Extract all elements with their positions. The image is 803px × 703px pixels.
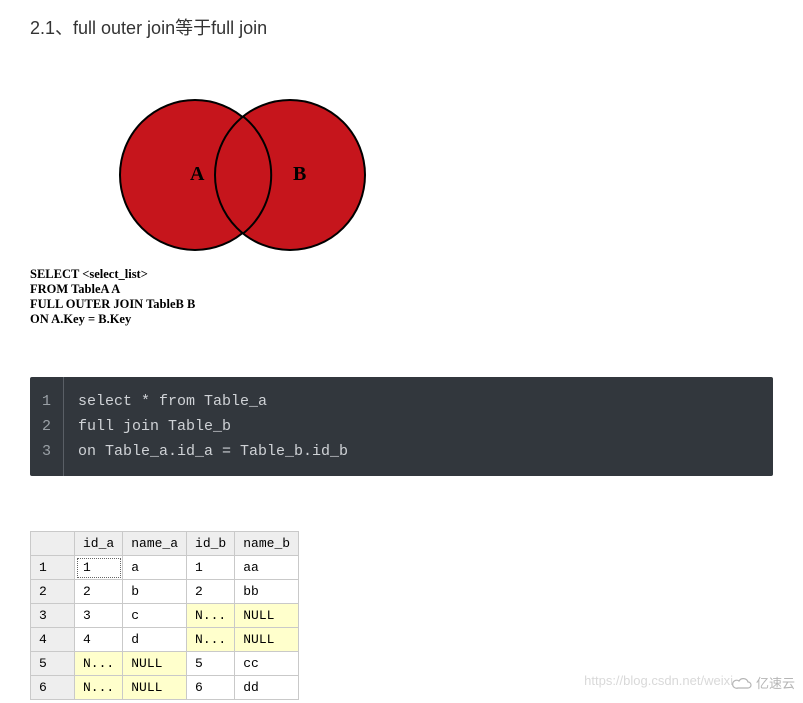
table-cell: bb <box>235 580 299 604</box>
col-header: id_b <box>187 532 235 556</box>
table-cell: NULL <box>235 604 299 628</box>
table-cell: c <box>123 604 187 628</box>
table-cell: N... <box>187 604 235 628</box>
col-header: name_a <box>123 532 187 556</box>
code-line: on Table_a.id_a = Table_b.id_b <box>64 439 362 464</box>
watermark-text: https://blog.csdn.net/weixi <box>584 673 733 688</box>
table-cell: 5 <box>187 652 235 676</box>
venn-label-b: B <box>293 163 306 185</box>
table-cell: 2 <box>75 580 123 604</box>
code-line: full join Table_b <box>64 414 362 439</box>
table-cell: 1 <box>187 556 235 580</box>
col-header: name_b <box>235 532 299 556</box>
code-gutter: 1 2 3 <box>30 377 64 476</box>
table-row: 5N...NULL5cc <box>31 652 299 676</box>
table-cell: 1 <box>75 556 123 580</box>
venn-sql-line: FROM TableA A <box>30 282 390 297</box>
table-cell: a <box>123 556 187 580</box>
table-cell: 4 <box>75 628 123 652</box>
table-row: 11a1aa <box>31 556 299 580</box>
brand-badge: 亿速云 <box>732 673 795 692</box>
col-header: id_a <box>75 532 123 556</box>
table-cell: d <box>123 628 187 652</box>
table-row: 44dN...NULL <box>31 628 299 652</box>
table-cell: NULL <box>235 628 299 652</box>
section-heading: 2.1、full outer join等于full join <box>0 0 803 48</box>
venn-label-a: A <box>190 163 205 185</box>
table-row: 33cN...NULL <box>31 604 299 628</box>
venn-sql-line: SELECT <select_list> <box>30 267 390 282</box>
table-cell: N... <box>187 628 235 652</box>
venn-svg: A B <box>30 88 370 263</box>
table-row: 22b2bb <box>31 580 299 604</box>
code-block: 1 2 3 select * from Table_a full join Ta… <box>30 377 773 476</box>
table-corner <box>31 532 75 556</box>
venn-sql-line: ON A.Key = B.Key <box>30 312 390 327</box>
table-cell: 2 <box>187 580 235 604</box>
cloud-icon <box>732 676 752 690</box>
table-cell: N... <box>75 652 123 676</box>
line-number: 3 <box>30 439 63 464</box>
venn-diagram-figure: A B SELECT <select_list> FROM TableA A F… <box>30 88 390 327</box>
row-number: 4 <box>31 628 75 652</box>
line-number: 1 <box>30 389 63 414</box>
code-line: select * from Table_a <box>64 389 362 414</box>
result-table: id_a name_a id_b name_b 11a1aa22b2bb33cN… <box>30 531 299 700</box>
code-content: select * from Table_a full join Table_b … <box>64 377 362 476</box>
table-header-row: id_a name_a id_b name_b <box>31 532 299 556</box>
table-cell: 3 <box>75 604 123 628</box>
brand-text: 亿速云 <box>756 673 795 692</box>
venn-sql-line: FULL OUTER JOIN TableB B <box>30 297 390 312</box>
row-number: 1 <box>31 556 75 580</box>
row-number: 5 <box>31 652 75 676</box>
table-cell: cc <box>235 652 299 676</box>
table-cell: NULL <box>123 652 187 676</box>
table-cell: aa <box>235 556 299 580</box>
row-number: 3 <box>31 604 75 628</box>
table-cell: b <box>123 580 187 604</box>
venn-sql-text: SELECT <select_list> FROM TableA A FULL … <box>30 267 390 327</box>
line-number: 2 <box>30 414 63 439</box>
row-number: 2 <box>31 580 75 604</box>
